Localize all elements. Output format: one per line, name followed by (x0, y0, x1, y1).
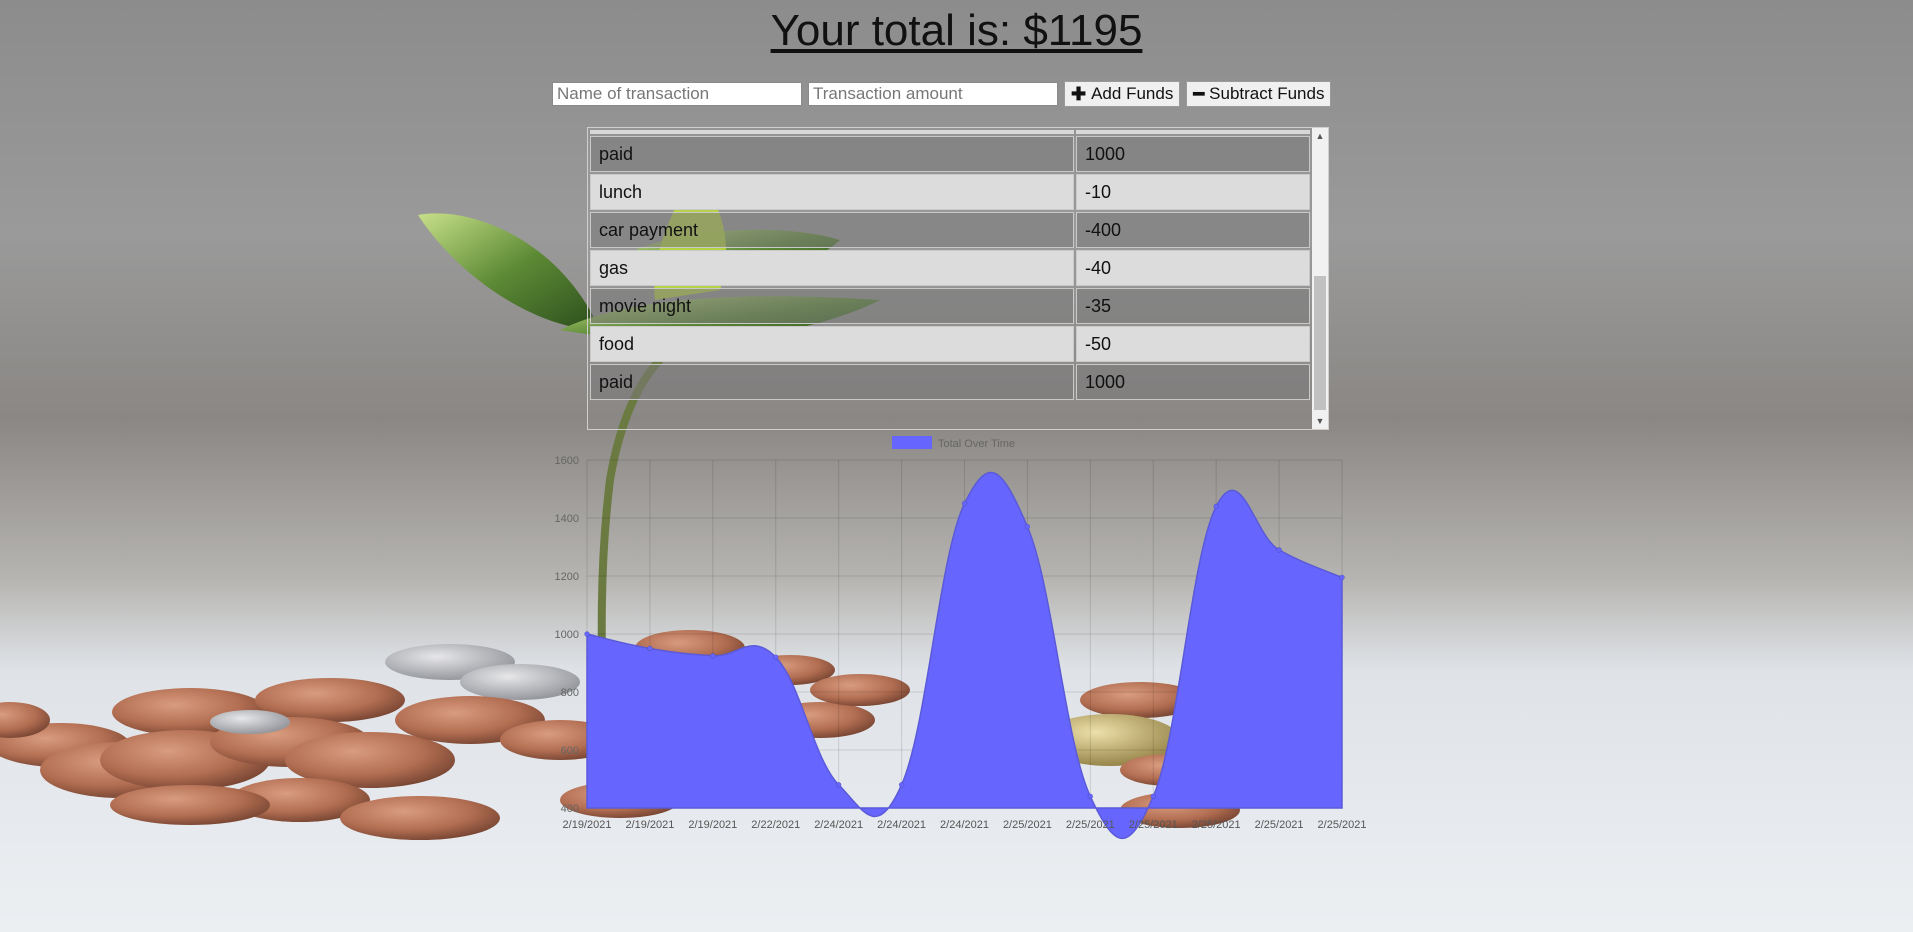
transaction-form: ✚ Add Funds ━ Subtract Funds (552, 81, 1332, 107)
table-row: gas -40 (590, 250, 1310, 286)
chart-data-point (1150, 793, 1156, 800)
transaction-value-cell: 1000 (1076, 136, 1310, 172)
chart-area-series (586, 471, 1343, 840)
y-tick-label: 400 (561, 803, 579, 815)
y-tick-label: 800 (561, 687, 579, 699)
table-row-partial (590, 130, 1310, 134)
transaction-value-cell: -50 (1076, 326, 1310, 362)
transaction-value-cell: 1000 (1076, 364, 1310, 400)
transaction-name-cell: paid (590, 364, 1074, 400)
header: Your total is: $1195 (0, 6, 1913, 56)
transaction-name-input[interactable] (552, 82, 802, 106)
transaction-name-cell: food (590, 326, 1074, 362)
chart-data-point (773, 654, 779, 660)
chart-data-point (961, 500, 968, 507)
subtract-funds-label: Subtract Funds (1209, 84, 1325, 103)
total-over-time-chart: 400 600 800 1000 1200 1400 1600 2/19/2021 2/19/2… (555, 436, 1367, 840)
x-tick-label: 2/19/2021 (625, 819, 674, 831)
transaction-name-cell: lunch (590, 174, 1074, 210)
page-title: Your total is: $1195 (770, 6, 1143, 55)
table-scrollbar[interactable]: ▲ ▼ (1312, 128, 1328, 429)
x-tick-label: 2/22/2021 (751, 819, 800, 831)
table-row: paid 1000 (590, 136, 1310, 172)
chart-data-point (1087, 793, 1094, 800)
x-tick-label: 2/25/2021 (1129, 819, 1178, 831)
add-funds-label: Add Funds (1091, 84, 1174, 103)
x-tick-label: 2/19/2021 (688, 819, 737, 831)
scroll-down-arrow-icon[interactable]: ▼ (1312, 413, 1328, 429)
y-tick-label: 1400 (555, 513, 579, 525)
chart-data-point (835, 782, 842, 788)
legend-swatch (892, 436, 932, 449)
transaction-name-cell: gas (590, 250, 1074, 286)
chart-data-point (710, 653, 716, 659)
add-funds-button[interactable]: ✚ Add Funds (1064, 81, 1181, 107)
transactions-table-container[interactable]: paid 1000 lunch -10 car payment -400 gas -40 mov… (587, 127, 1329, 430)
chart-data-point (584, 631, 590, 637)
scrollbar-thumb[interactable] (1314, 276, 1326, 410)
y-tick-label: 1200 (555, 571, 579, 583)
transaction-name-cell: movie night (590, 288, 1074, 324)
x-tick-label: 2/19/2021 (563, 819, 612, 831)
table-row: car payment -400 (590, 212, 1310, 248)
y-tick-label: 1000 (555, 629, 579, 641)
x-tick-label: 2/25/2021 (1318, 819, 1367, 831)
table-row: paid 1000 (590, 364, 1310, 400)
chart-data-point (1339, 574, 1345, 581)
y-tick-label: 1600 (555, 455, 579, 467)
transaction-amount-input[interactable] (808, 82, 1058, 106)
subtract-funds-button[interactable]: ━ Subtract Funds (1186, 81, 1332, 107)
y-tick-label: 600 (561, 745, 579, 757)
table-row: movie night -35 (590, 288, 1310, 324)
transaction-value-cell: -10 (1076, 174, 1310, 210)
legend-label: Total Over Time (938, 438, 1015, 450)
transaction-value-cell: -35 (1076, 288, 1310, 324)
x-tick-label: 2/25/2021 (1192, 819, 1241, 831)
x-tick-label: 2/24/2021 (877, 819, 926, 831)
x-tick-label: 2/25/2021 (1255, 819, 1304, 831)
chart-data-point (1276, 547, 1282, 553)
x-tick-label: 2/25/2021 (1066, 819, 1115, 831)
x-tick-label: 2/24/2021 (940, 819, 989, 831)
table-row: lunch -10 (590, 174, 1310, 210)
transactions-table: paid 1000 lunch -10 car payment -400 gas -40 mov… (588, 128, 1312, 402)
plus-icon: ✚ (1071, 84, 1087, 104)
x-tick-label: 2/25/2021 (1003, 819, 1052, 831)
chart-data-point (1024, 523, 1031, 530)
transaction-name-cell: paid (590, 136, 1074, 172)
minus-icon: ━ (1193, 84, 1205, 104)
chart-data-point (647, 645, 653, 652)
transaction-value-cell: -400 (1076, 212, 1310, 248)
scroll-up-arrow-icon[interactable]: ▲ (1312, 128, 1328, 144)
chart-data-point (898, 782, 905, 788)
chart-data-point (1213, 503, 1219, 510)
transaction-name-cell: car payment (590, 212, 1074, 248)
table-row: food -50 (590, 326, 1310, 362)
transaction-value-cell: -40 (1076, 250, 1310, 286)
x-tick-label: 2/24/2021 (814, 819, 863, 831)
